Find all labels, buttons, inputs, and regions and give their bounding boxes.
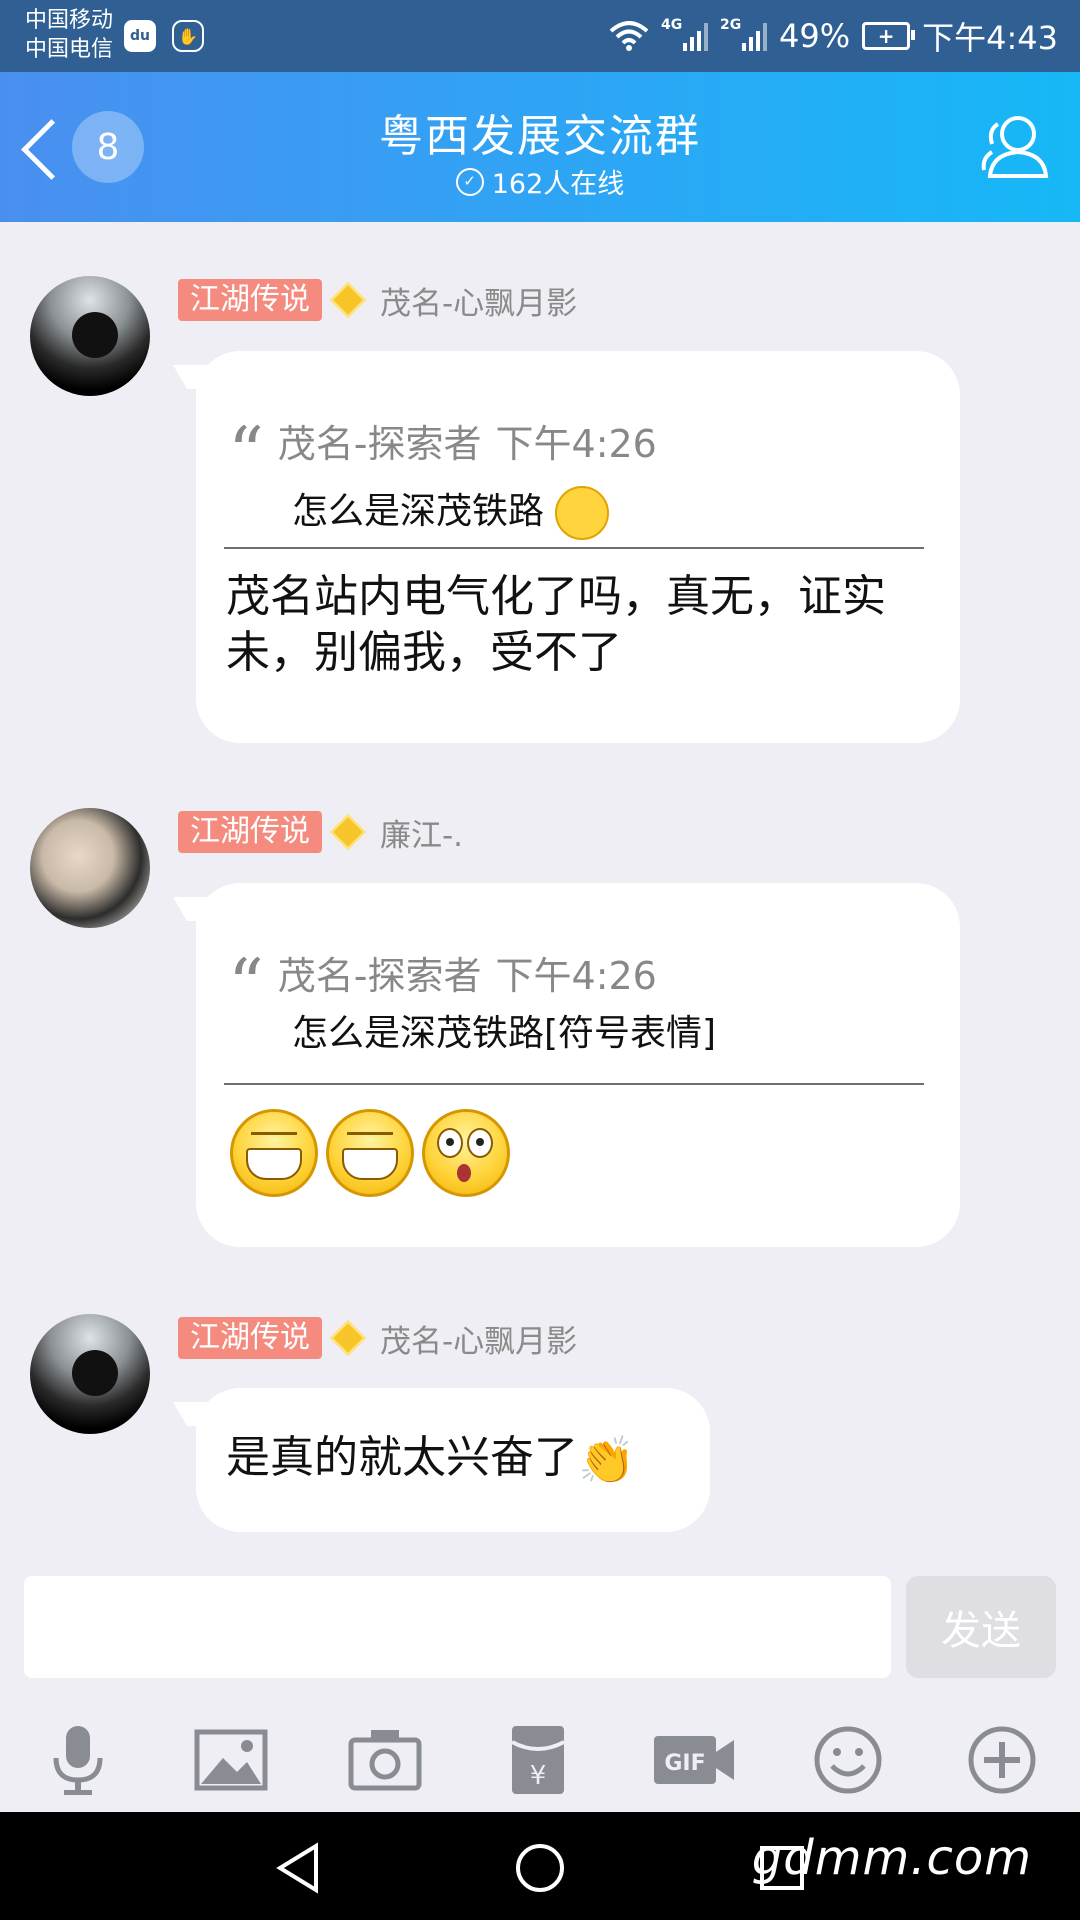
reply-quote[interactable]: “ 茂名-探索者 下午4:26 怎么是深茂铁路[符号表情] [228, 945, 924, 1056]
status-indicators: 4G 2G 49% + 下午4:43 [609, 14, 1058, 58]
online-count-text: 162人在线 [491, 169, 625, 200]
shocked-emoji [422, 1109, 510, 1197]
microphone-icon[interactable] [38, 1722, 118, 1798]
svg-text:GIF: GIF [664, 1751, 705, 1776]
online-count: ✓ 162人在线 [0, 162, 1080, 201]
clapping-hands-emoji: 👏 [578, 1433, 636, 1487]
quote-mark-icon: “ [228, 411, 264, 494]
nav-back-icon[interactable] [270, 1840, 330, 1896]
quote-time: 下午4:26 [495, 422, 657, 466]
message-text-content: 是真的就太兴奋了 [226, 1432, 578, 1483]
quote-text-content: 怎么是深茂铁路 [292, 491, 545, 532]
message-input[interactable] [24, 1576, 891, 1678]
sender-name[interactable]: 茂名-心飘月影 [380, 1316, 577, 1361]
carrier-info: 中国移动 中国电信 [25, 6, 113, 64]
emoji-icon[interactable] [808, 1722, 888, 1798]
battery-percent: 49% [779, 17, 851, 55]
grin-emoji [230, 1109, 318, 1197]
net-type-1: 4G [661, 17, 683, 33]
watermark: gdmm.com [751, 1830, 1032, 1886]
sender-line: 江湖传说 茂名-心飘月影 [178, 1316, 577, 1360]
message-text: 是真的就太兴奋了👏 [226, 1430, 690, 1488]
input-toolbar: ¥ GIF [0, 1700, 1080, 1810]
clock: 下午4:43 [922, 19, 1058, 57]
group-members-icon[interactable] [978, 110, 1054, 186]
plus-icon[interactable] [962, 1722, 1042, 1798]
status-bar: 中国移动 中国电信 du ✋ 4G 2G 49% + 下午4:43 [0, 0, 1080, 72]
reply-quote[interactable]: “ 茂名-探索者 下午4:26 怎么是深茂铁路 [228, 413, 924, 540]
nav-home-icon[interactable] [510, 1840, 570, 1896]
group-title[interactable]: 粤西发展交流群 [0, 100, 1080, 164]
sender-name[interactable]: 廉江-. [380, 810, 463, 855]
message-bubble[interactable]: 是真的就太兴奋了👏 [196, 1388, 710, 1532]
quote-mark-icon: “ [228, 943, 264, 1026]
message-text: 茂名站内电气化了吗，真无，证实未，别偏我，受不了 [226, 571, 886, 678]
level-diamond-icon [329, 813, 367, 851]
image-icon[interactable] [191, 1722, 271, 1798]
quote-text: 怎么是深茂铁路[符号表情] [292, 1013, 717, 1054]
message-bubble[interactable]: “ 茂名-探索者 下午4:26 怎么是深茂铁路[符号表情] [196, 883, 960, 1247]
chat-header: 8 粤西发展交流群 ✓ 162人在线 [0, 72, 1080, 222]
notification-icon: ✋ [172, 20, 204, 52]
level-badge: 江湖传说 [178, 811, 322, 853]
carrier-2: 中国电信 [25, 37, 114, 62]
check-circle-icon: ✓ [455, 167, 484, 196]
net-type-2: 2G [720, 17, 742, 33]
send-button[interactable]: 发送 [906, 1576, 1056, 1678]
quote-divider [224, 1083, 924, 1085]
quote-divider [224, 547, 924, 549]
grin-emoji [326, 1109, 414, 1197]
quote-header: “ 茂名-探索者 下午4:26 [228, 943, 924, 1026]
message-bubble[interactable]: “ 茂名-探索者 下午4:26 怎么是深茂铁路 茂名站内电气化了吗，真无，证实未… [196, 351, 960, 743]
quote-author: 茂名-探索者 [277, 954, 482, 998]
wifi-icon [609, 21, 649, 51]
level-diamond-icon [329, 1319, 367, 1357]
quote-text: 怎么是深茂铁路 [292, 482, 924, 540]
camera-icon[interactable] [345, 1722, 425, 1798]
sender-name[interactable]: 茂名-心飘月影 [380, 278, 577, 323]
baidu-icon: du [124, 20, 156, 52]
battery-charging-icon: + [862, 22, 916, 50]
level-badge: 江湖传说 [178, 279, 322, 321]
avatar[interactable] [30, 276, 150, 396]
level-badge: 江湖传说 [178, 1317, 322, 1359]
red-packet-icon[interactable]: ¥ [498, 1722, 578, 1798]
system-nav-bar: gdmm.com [0, 1812, 1080, 1920]
gif-icon[interactable]: GIF [652, 1722, 736, 1798]
carrier-1: 中国移动 [25, 8, 114, 33]
quote-author: 茂名-探索者 [277, 422, 482, 466]
quote-time: 下午4:26 [495, 954, 657, 998]
sender-line: 江湖传说 茂名-心飘月影 [178, 278, 577, 322]
laughing-tears-emoji [555, 486, 610, 540]
svg-text:¥: ¥ [530, 1761, 547, 1791]
avatar[interactable] [30, 1314, 150, 1434]
level-diamond-icon [329, 281, 367, 319]
signal-4g-icon: 4G [661, 17, 708, 51]
signal-2g-icon: 2G [720, 17, 767, 51]
quote-header: “ 茂名-探索者 下午4:26 [228, 411, 924, 494]
sender-line: 江湖传说 廉江-. [178, 810, 463, 854]
avatar[interactable] [30, 808, 150, 928]
